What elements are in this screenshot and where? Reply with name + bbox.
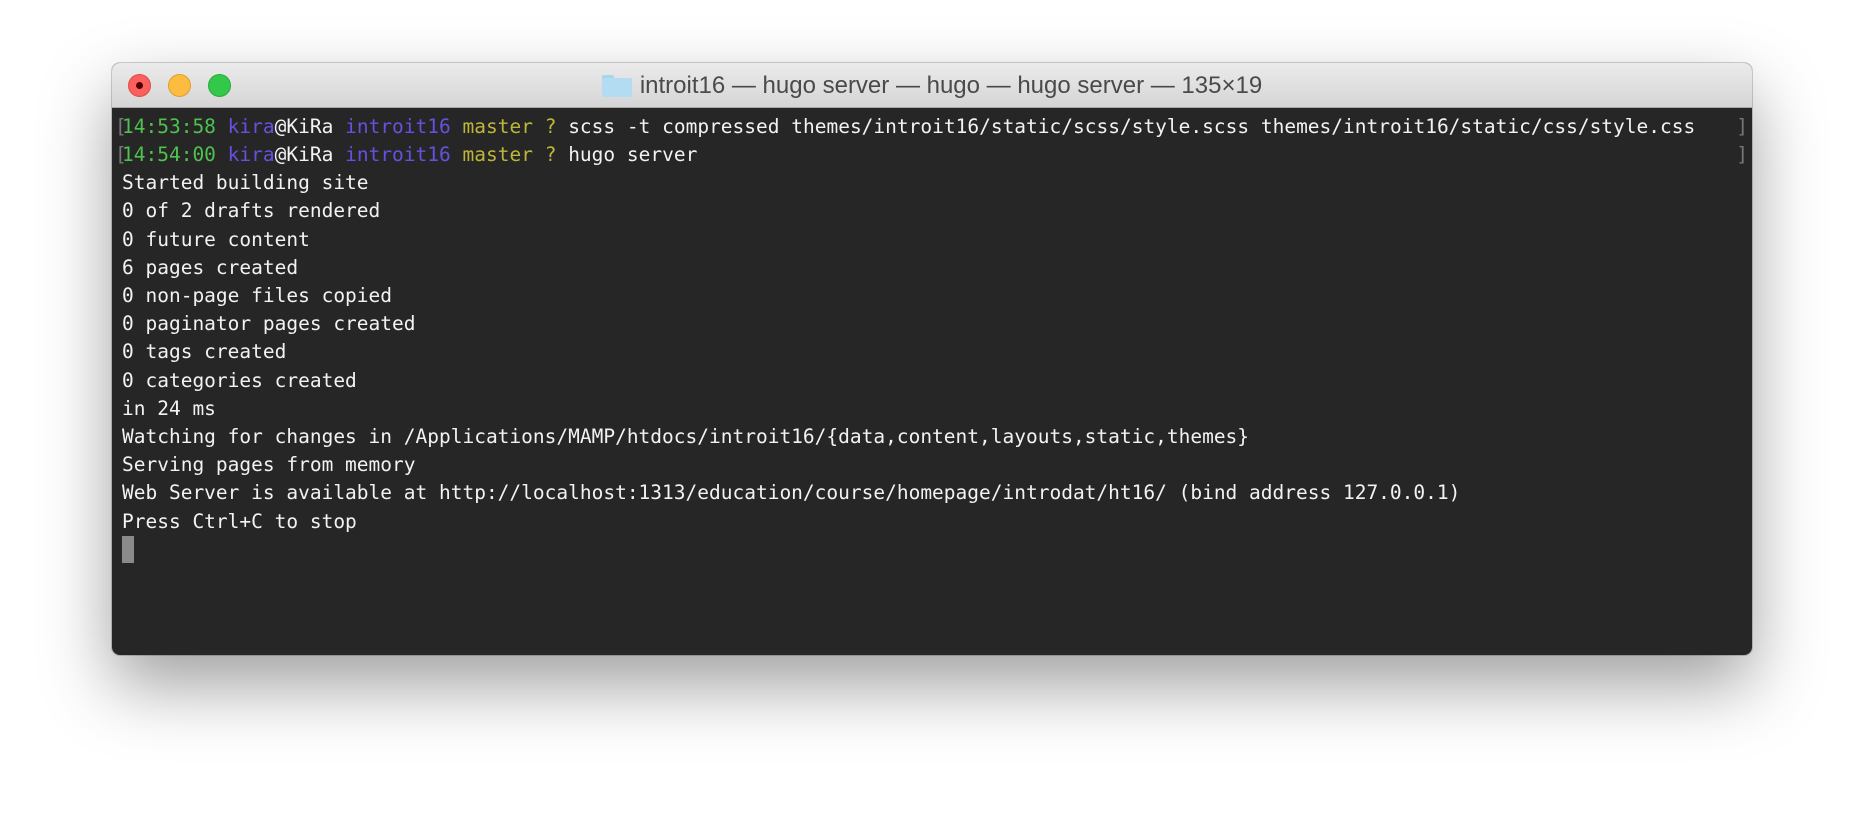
output-line: 0 categories created: [122, 368, 357, 392]
output-line: Watching for changes in /Applications/MA…: [122, 425, 1250, 448]
prompt-time: 14:53:58: [122, 115, 216, 138]
output-line: 0 paginator pages created: [122, 312, 416, 336]
prompt-command: hugo server: [568, 143, 698, 166]
prompt-host: @KiRa: [274, 143, 334, 166]
output-line: 0 future content: [122, 227, 310, 251]
output-line: Serving pages from memory: [122, 453, 416, 477]
prompt-dir: introit16: [345, 143, 451, 166]
mark-bracket-close: ]: [1736, 143, 1748, 166]
window-title-wrap: introit16 — hugo server — hugo — hugo se…: [112, 63, 1752, 108]
output-line: Web Server is available at http://localh…: [122, 481, 1461, 505]
prompt-command: scss -t compressed themes/introit16/stat…: [568, 115, 1696, 138]
prompt-host: @KiRa: [274, 115, 334, 138]
output-line: Started building site: [122, 171, 369, 195]
folder-icon: [601, 74, 632, 97]
prompt-line: 14:54:00 kira@KiRa introit16 master ? hu…: [122, 141, 697, 169]
prompt-line: 14:53:58 kira@KiRa introit16 master ? sc…: [122, 113, 1695, 141]
terminal-window: introit16 — hugo server — hugo — hugo se…: [112, 63, 1752, 655]
prompt-time: 14:54:00: [122, 143, 216, 166]
title-bar[interactable]: introit16 — hugo server — hugo — hugo se…: [112, 63, 1752, 108]
mark-bracket-close: ]: [1736, 115, 1748, 138]
prompt-user: kira: [227, 115, 275, 138]
prompt-branch: master ?: [462, 143, 557, 166]
prompt-branch: master ?: [462, 115, 557, 138]
prompt-user: kira: [227, 143, 275, 166]
output-line: Press Ctrl+C to stop: [122, 509, 357, 533]
output-line: 0 tags created: [122, 340, 287, 364]
window-title: introit16 — hugo server — hugo — hugo se…: [639, 71, 1263, 99]
terminal-content[interactable]: [ ] [ ] 14:53:58 kira@KiRa introit16 mas…: [112, 108, 1752, 655]
prompt-dir: introit16: [345, 115, 451, 138]
output-line: 0 non-page files copied: [122, 284, 393, 307]
output-line: in 24 ms: [122, 396, 216, 420]
text-cursor: [122, 536, 134, 563]
output-line: 6 pages created: [122, 255, 299, 279]
output-line: 0 of 2 drafts rendered: [122, 199, 381, 223]
